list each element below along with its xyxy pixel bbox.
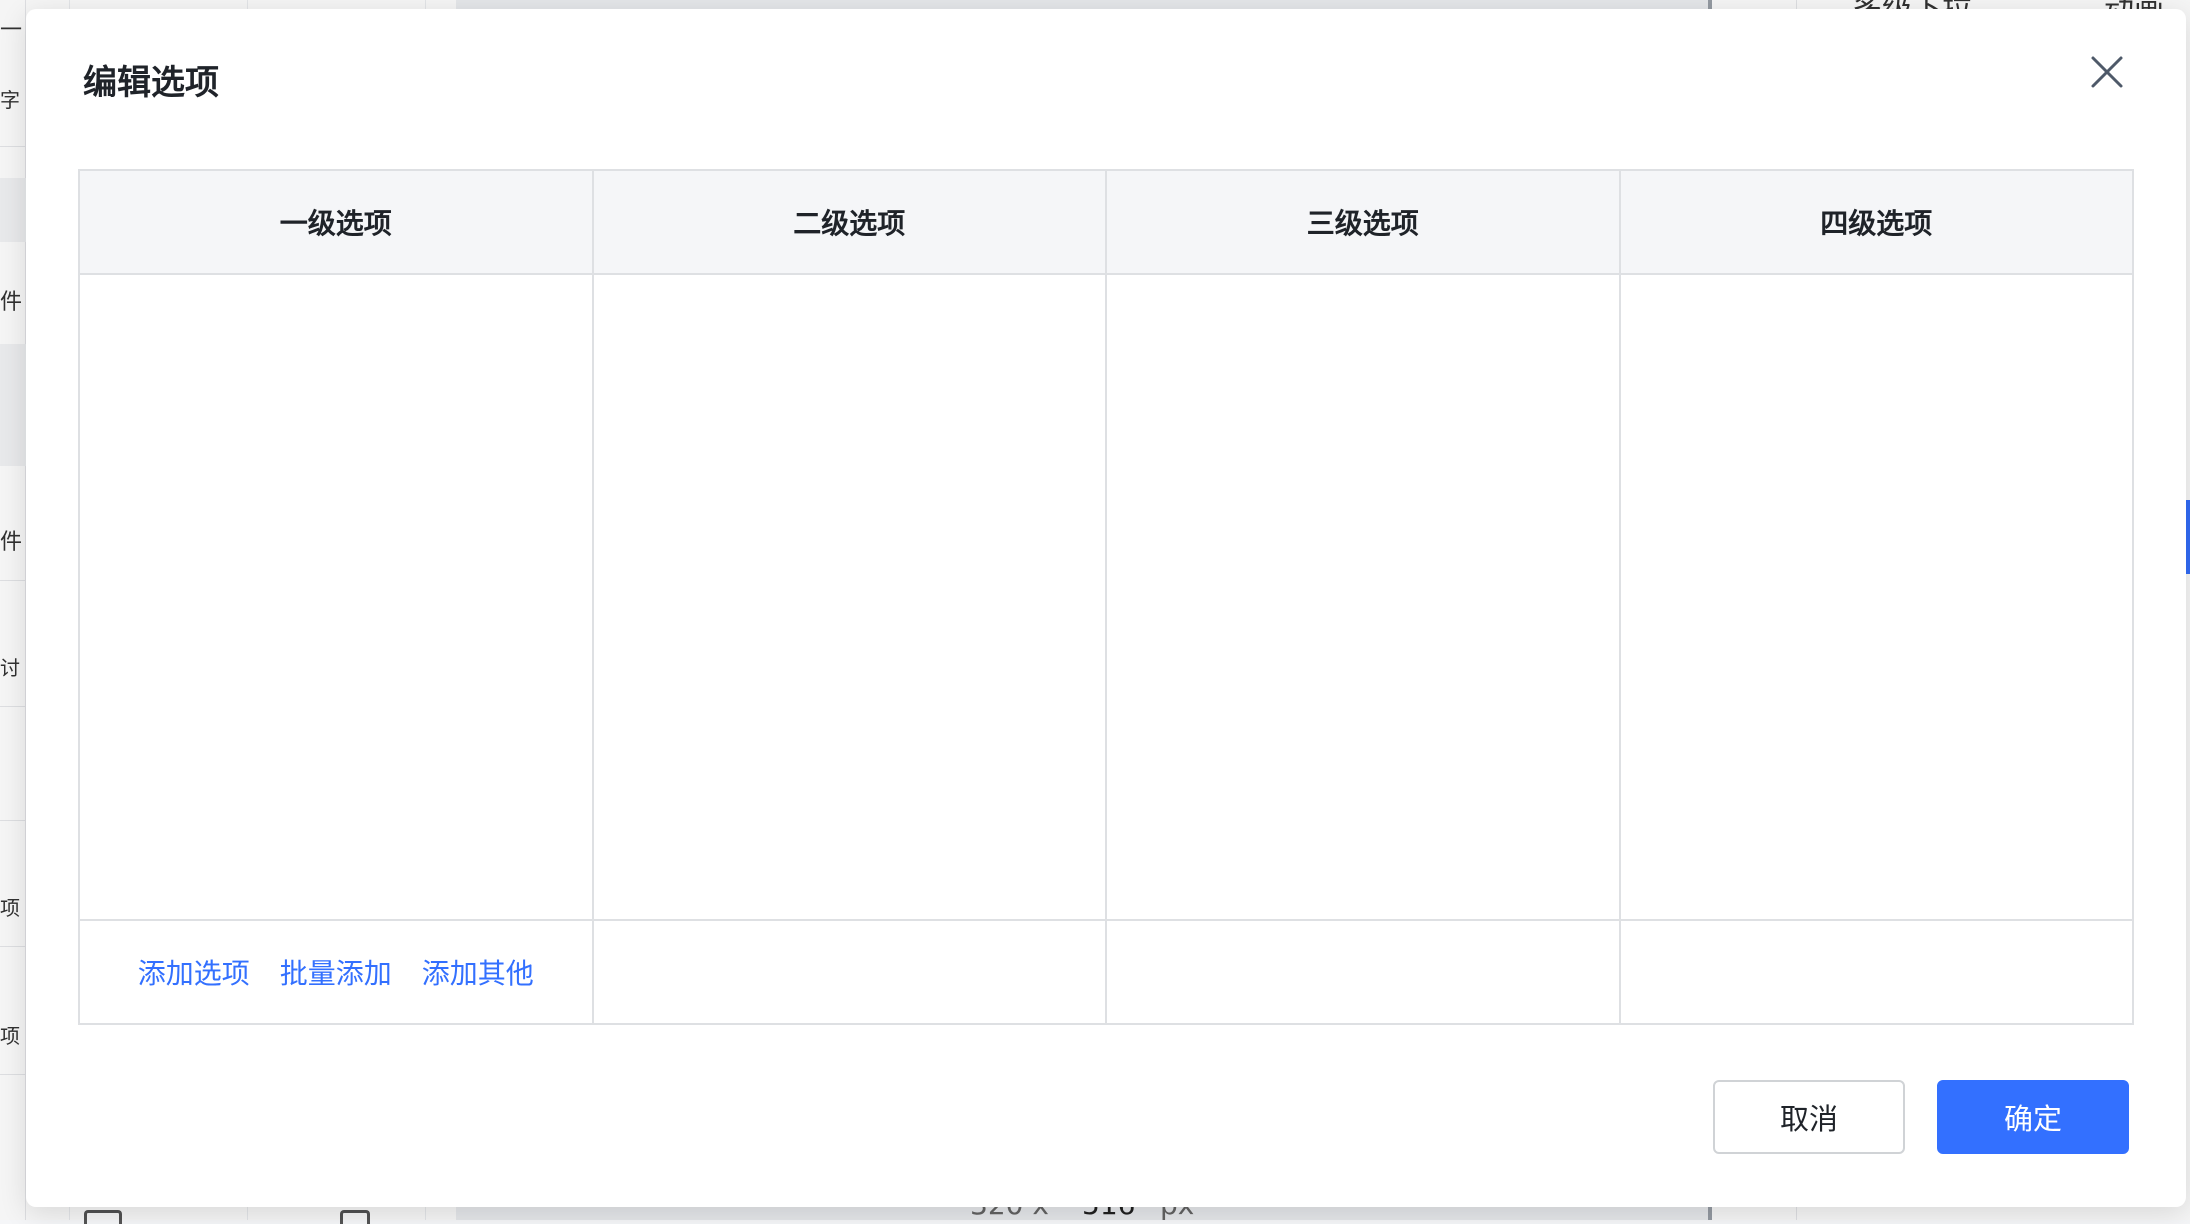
add-other-link[interactable]: 添加其他 <box>422 952 534 992</box>
column-footer: 添加选项 批量添加 添加其他 <box>80 919 592 1023</box>
column-options-list <box>1107 275 1619 919</box>
cancel-button[interactable]: 取消 <box>1713 1080 1905 1154</box>
dialog-title: 编辑选项 <box>83 63 219 103</box>
column-options-list <box>80 275 592 919</box>
column-level-1: 一级选项 添加选项 批量添加 添加其他 <box>80 171 594 1023</box>
column-header: 四级选项 <box>1620 171 2132 275</box>
batch-add-link[interactable]: 批量添加 <box>280 952 392 992</box>
edit-options-dialog: 编辑选项 一级选项 添加选项 批量添加 添加其他 二级选项 三级选项 四级选项 … <box>26 9 2186 1207</box>
close-icon <box>2091 56 2123 88</box>
column-header: 二级选项 <box>593 171 1105 275</box>
close-button[interactable] <box>2082 47 2132 97</box>
column-options-list <box>1620 275 2132 919</box>
options-grid: 一级选项 添加选项 批量添加 添加其他 二级选项 三级选项 四级选项 <box>78 169 2134 1025</box>
column-level-4: 四级选项 <box>1620 171 2132 1023</box>
column-options-list <box>593 275 1105 919</box>
column-footer <box>1620 919 2132 1023</box>
column-header: 三级选项 <box>1107 171 1619 275</box>
column-level-2: 二级选项 <box>593 171 1107 1023</box>
column-footer <box>593 919 1105 1023</box>
column-level-3: 三级选项 <box>1107 171 1621 1023</box>
column-footer <box>1107 919 1619 1023</box>
confirm-button[interactable]: 确定 <box>1937 1080 2129 1154</box>
add-option-link[interactable]: 添加选项 <box>138 952 250 992</box>
column-header: 一级选项 <box>80 171 592 275</box>
